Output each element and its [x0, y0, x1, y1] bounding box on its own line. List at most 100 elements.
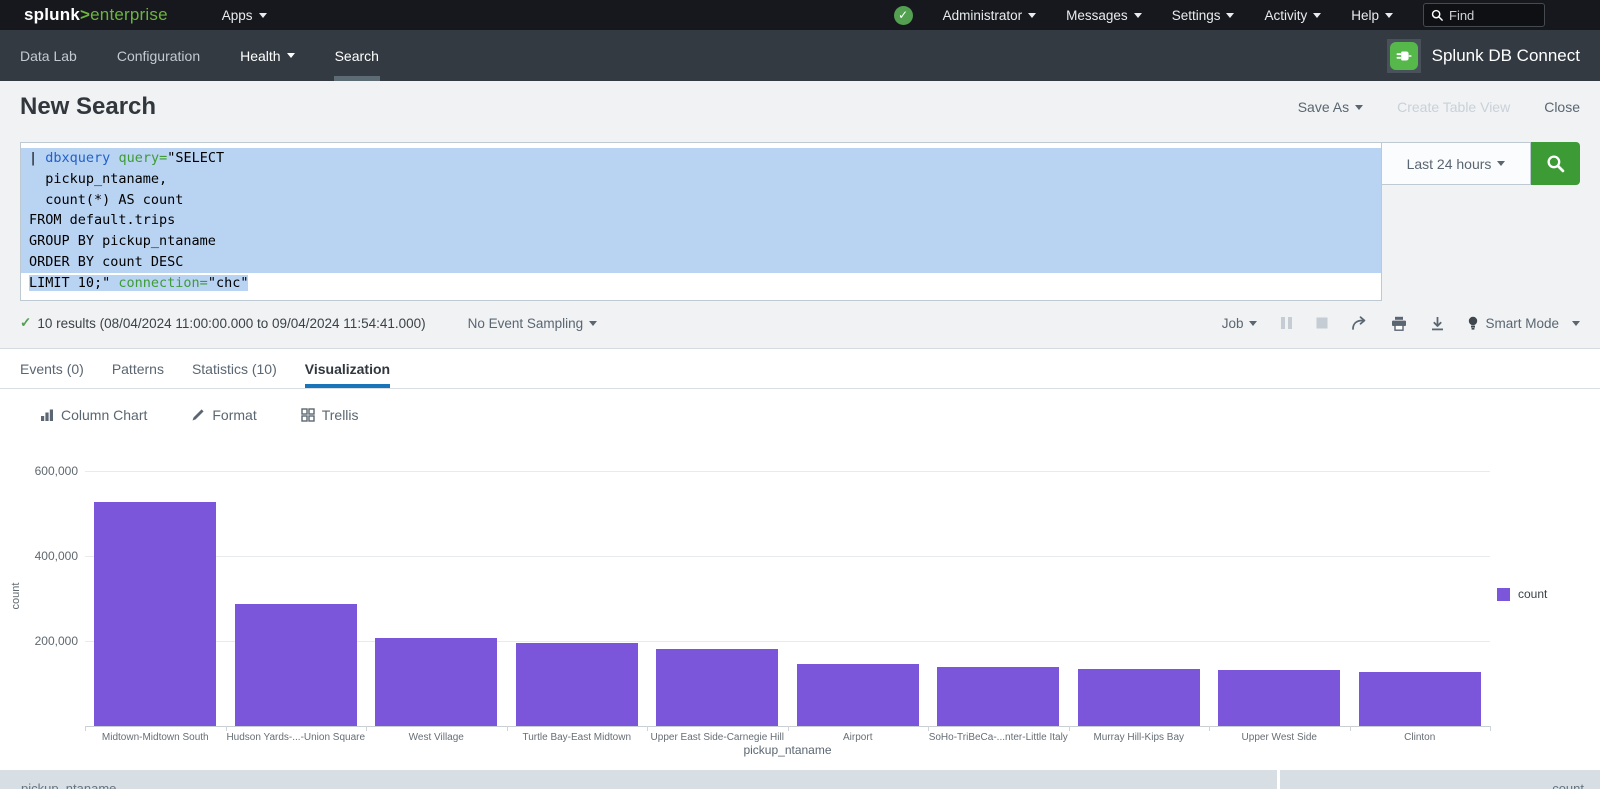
nav-configuration-label: Configuration	[117, 48, 200, 64]
caret-down-icon	[1572, 321, 1580, 326]
trellis-button[interactable]: Trellis	[301, 407, 359, 423]
x-category-label: Upper West Side	[1209, 732, 1350, 743]
statistics-table-header: pickup_ntaname count	[0, 770, 1600, 789]
search-query-text: | dbxquery query="SELECT pickup_ntaname,…	[21, 148, 1381, 294]
nav-item-configuration[interactable]: Configuration	[117, 30, 200, 81]
stop-icon	[1316, 317, 1328, 329]
job-menu-label: Job	[1222, 316, 1244, 331]
event-sampling-label: No Event Sampling	[468, 316, 584, 331]
trellis-label: Trellis	[322, 407, 359, 423]
print-icon	[1391, 316, 1407, 331]
app-title: Splunk DB Connect	[1432, 46, 1580, 66]
smart-mode-label: Smart Mode	[1485, 316, 1559, 331]
apps-menu[interactable]: Apps	[222, 8, 267, 23]
nav-item-search[interactable]: Search	[335, 30, 379, 81]
chart-bar[interactable]	[375, 638, 497, 726]
print-button[interactable]	[1391, 316, 1407, 331]
search-icon	[1431, 9, 1443, 21]
tab-events[interactable]: Events (0)	[20, 349, 84, 388]
caret-down-icon	[1313, 13, 1321, 18]
chart-type-button[interactable]: Column Chart	[40, 407, 147, 423]
legend-label: count	[1518, 587, 1547, 601]
chart-bar[interactable]	[235, 604, 357, 726]
help-menu[interactable]: Help	[1351, 8, 1393, 23]
caret-down-icon	[1355, 105, 1363, 110]
caret-down-icon	[1249, 321, 1257, 326]
results-tabs: Events (0) Patterns Statistics (10) Visu…	[0, 349, 1600, 389]
gridline	[85, 556, 1490, 557]
search-icon	[1546, 154, 1565, 173]
column-chart: count pickup_ntaname count 200,000400,00…	[0, 440, 1600, 770]
search-query-input[interactable]: | dbxquery query="SELECT pickup_ntaname,…	[20, 142, 1382, 301]
x-tick	[1069, 726, 1070, 731]
trellis-grid-icon	[301, 408, 315, 422]
chart-bar[interactable]	[516, 643, 638, 726]
run-search-button[interactable]	[1531, 142, 1580, 185]
tab-visualization[interactable]: Visualization	[305, 349, 390, 388]
chart-bar[interactable]	[937, 667, 1059, 727]
page-title: New Search	[20, 93, 156, 121]
caret-down-icon	[259, 13, 267, 18]
event-sampling-dropdown[interactable]: No Event Sampling	[468, 316, 598, 331]
splunk-logo[interactable]: splunk>enterprise	[24, 5, 168, 25]
find-input[interactable]	[1449, 8, 1534, 23]
logo-gt-icon: >	[80, 5, 90, 24]
format-button[interactable]: Format	[191, 407, 256, 423]
chart-bar[interactable]	[1078, 669, 1200, 726]
stop-button[interactable]	[1316, 317, 1328, 329]
caret-down-icon	[287, 53, 295, 58]
x-category-label: Turtle Bay-East Midtown	[507, 732, 648, 743]
caret-down-icon	[589, 321, 597, 326]
y-tick-label: 400,000	[0, 549, 78, 563]
x-category-label: SoHo-TriBeCa-...nter-Little Italy	[928, 732, 1069, 743]
chart-bar[interactable]	[656, 649, 778, 726]
nav-data-lab-label: Data Lab	[20, 48, 77, 64]
close-button[interactable]: Close	[1544, 99, 1580, 115]
plug-icon	[1390, 42, 1418, 70]
create-table-view-button: Create Table View	[1397, 99, 1510, 115]
pause-button[interactable]	[1280, 316, 1293, 330]
top-navigation-bar: splunk>enterprise Apps ✓ Administrator M…	[0, 0, 1600, 30]
health-status-icon[interactable]: ✓	[894, 6, 913, 25]
nav-item-data-lab[interactable]: Data Lab	[20, 30, 77, 81]
caret-down-icon	[1028, 13, 1036, 18]
logo-enterprise-text: enterprise	[90, 5, 168, 24]
export-download-icon	[1430, 316, 1445, 331]
export-button[interactable]	[1430, 316, 1445, 331]
chart-bar[interactable]	[797, 664, 919, 726]
column-chart-icon	[40, 408, 54, 422]
x-tick	[788, 726, 789, 731]
lightbulb-icon	[1468, 316, 1478, 331]
x-category-label: Upper East Side-Carnegie Hill	[647, 732, 788, 743]
administrator-menu[interactable]: Administrator	[943, 8, 1037, 23]
chart-bar[interactable]	[1359, 672, 1481, 726]
table-column-pickup-ntaname[interactable]: pickup_ntaname	[0, 770, 1277, 789]
x-tick	[366, 726, 367, 731]
nav-item-health[interactable]: Health	[240, 30, 294, 81]
x-tick	[928, 726, 929, 731]
chart-type-label: Column Chart	[61, 407, 147, 423]
x-axis-title: pickup_ntaname	[85, 743, 1490, 757]
time-range-picker[interactable]: Last 24 hours	[1382, 142, 1531, 185]
find-search-box[interactable]	[1423, 3, 1545, 27]
db-connect-app-icon[interactable]	[1387, 39, 1421, 73]
messages-menu[interactable]: Messages	[1066, 8, 1142, 23]
settings-menu-label: Settings	[1172, 8, 1221, 23]
chart-bar[interactable]	[1218, 670, 1340, 726]
x-tick	[647, 726, 648, 731]
x-tick	[1350, 726, 1351, 731]
x-tick	[226, 726, 227, 731]
share-button[interactable]	[1351, 316, 1368, 331]
table-column-count[interactable]: count	[1280, 770, 1600, 789]
settings-menu[interactable]: Settings	[1172, 8, 1235, 23]
job-menu[interactable]: Job	[1222, 316, 1258, 331]
caret-down-icon	[1385, 13, 1393, 18]
tab-patterns[interactable]: Patterns	[112, 349, 164, 388]
save-as-label: Save As	[1298, 99, 1349, 115]
save-as-button[interactable]: Save As	[1298, 99, 1363, 115]
activity-menu[interactable]: Activity	[1264, 8, 1321, 23]
tab-statistics[interactable]: Statistics (10)	[192, 349, 277, 388]
search-mode-dropdown[interactable]: Smart Mode	[1468, 316, 1580, 331]
chart-legend[interactable]: count	[1497, 587, 1547, 601]
chart-bar[interactable]	[94, 502, 216, 726]
